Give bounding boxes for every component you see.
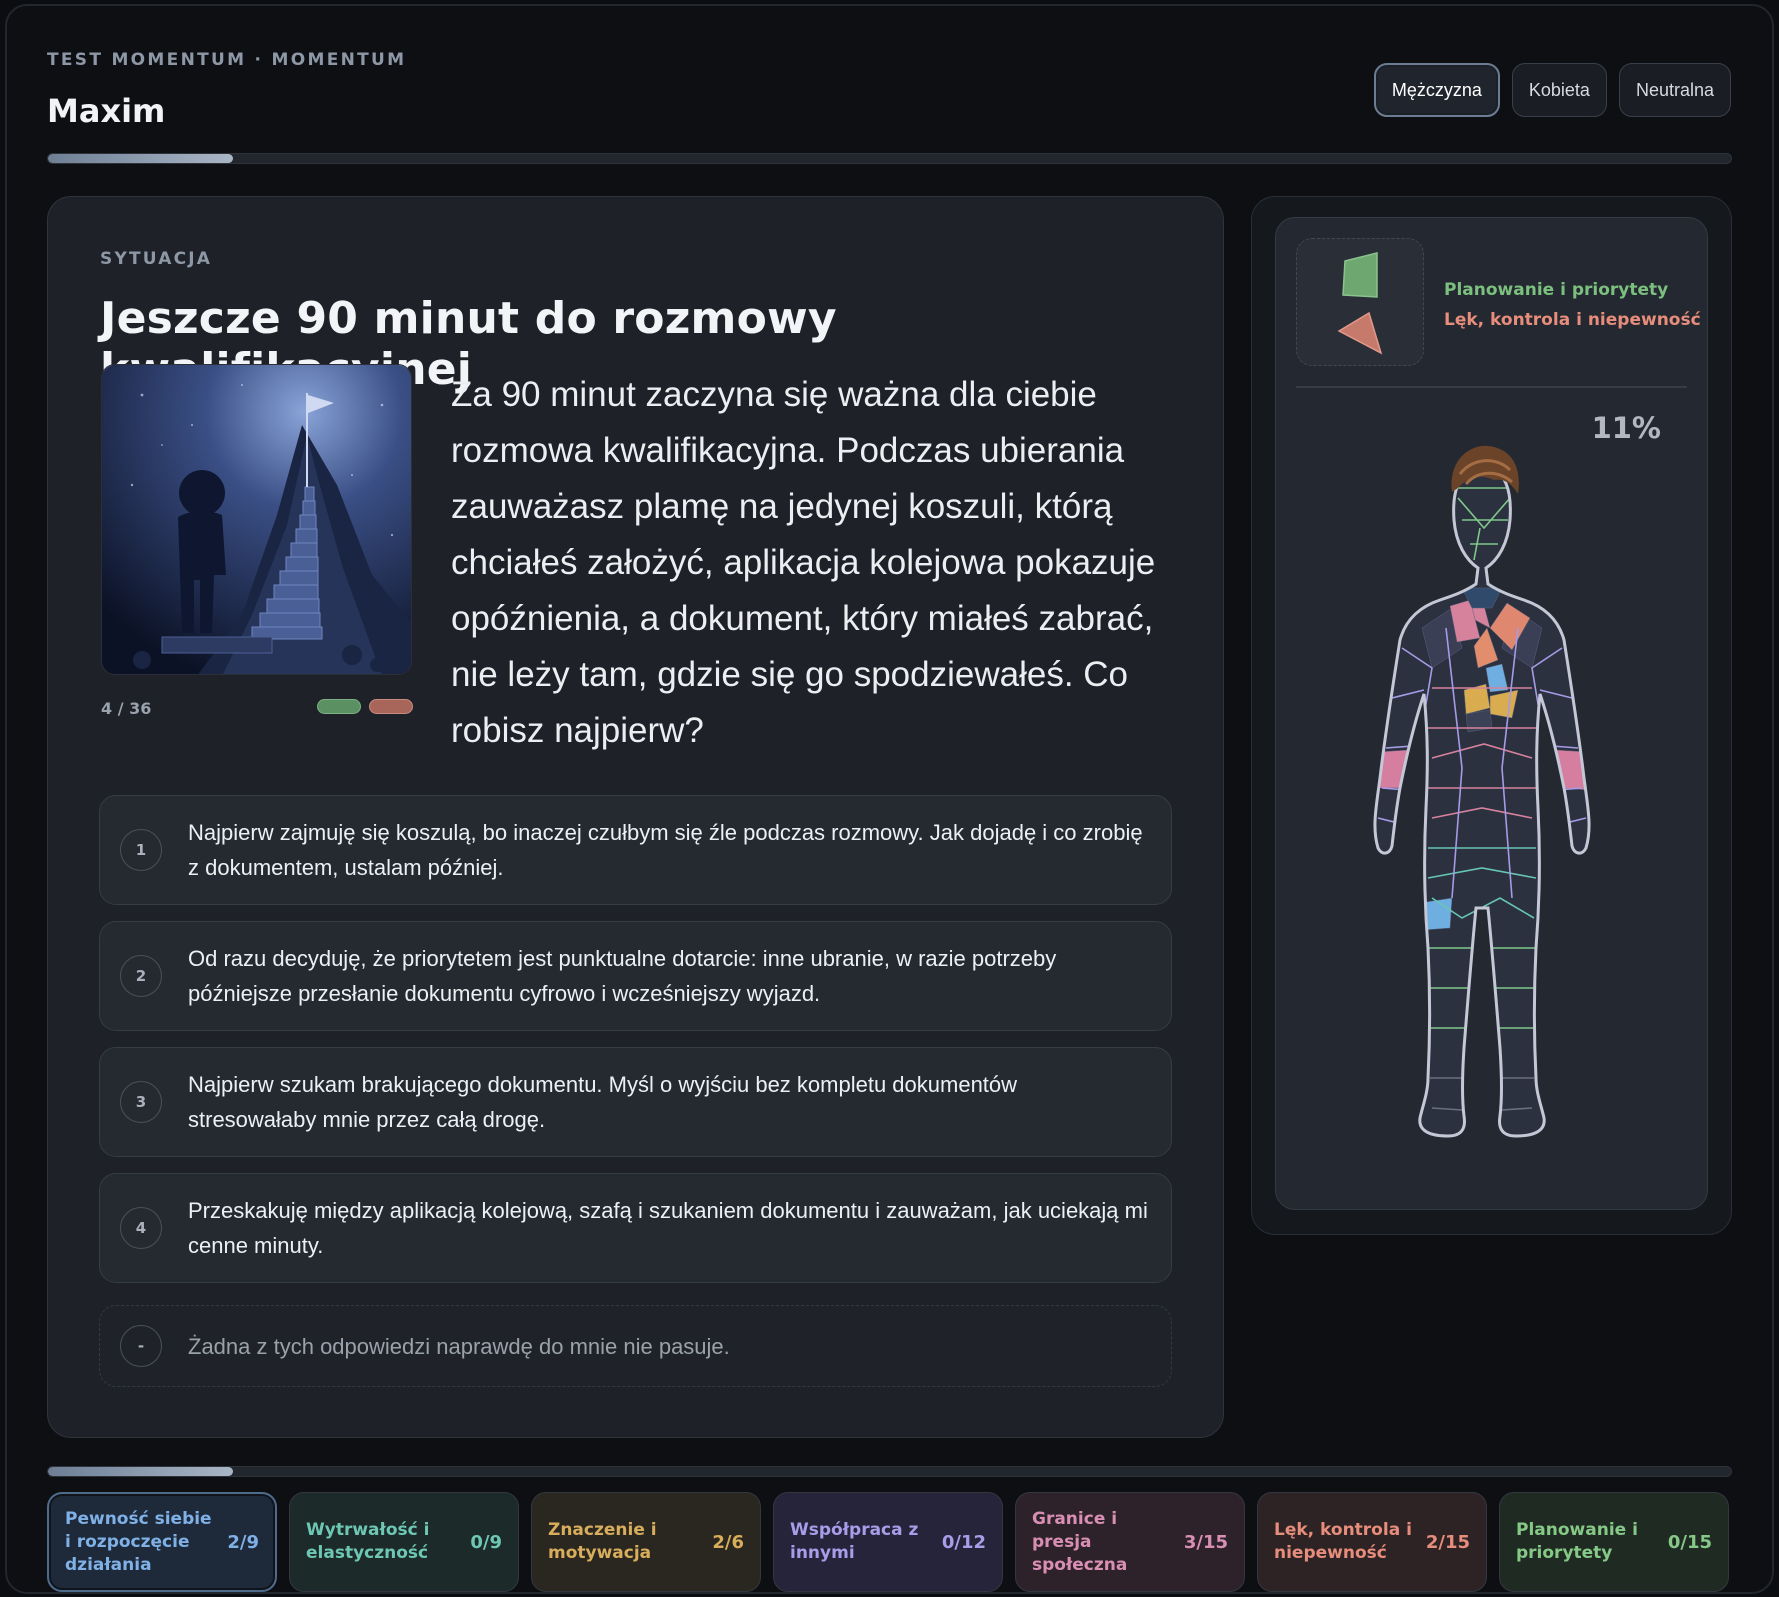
answer-text: Żadna z tych odpowiedzi naprawdę do mnie… bbox=[188, 1333, 730, 1359]
answer-number: 1 bbox=[120, 829, 162, 871]
category-tab-planning[interactable]: Planowanie i priorytety 0/15 bbox=[1499, 1492, 1729, 1592]
answer-text: Najpierw szukam brakującego dokumentu. M… bbox=[188, 1072, 1018, 1132]
category-score: 0/12 bbox=[941, 1531, 986, 1553]
category-pill-planning bbox=[317, 699, 361, 714]
category-label: Lęk, kontrola i niepewność bbox=[1274, 1520, 1412, 1563]
legend-label-planning: Planowanie i priorytety bbox=[1444, 280, 1669, 300]
answer-number: - bbox=[120, 1325, 162, 1367]
category-tab-persistence[interactable]: Wytrwałość i elastyczność 0/9 bbox=[289, 1492, 519, 1592]
question-text: Za 90 minut zaczyna się ważna dla ciebie… bbox=[451, 375, 1156, 750]
legend-label-anxiety: Lęk, kontrola i niepewność bbox=[1444, 310, 1701, 330]
panel-divider bbox=[1296, 386, 1687, 388]
answer-number: 3 bbox=[120, 1081, 162, 1123]
bottom-progress-fill bbox=[48, 1467, 234, 1476]
situation-illustration bbox=[101, 364, 412, 675]
gender-button-male[interactable]: Mężczyzna bbox=[1373, 63, 1500, 117]
gender-button-neutral[interactable]: Neutralna bbox=[1618, 63, 1731, 117]
question-counter: 4 / 36 bbox=[101, 699, 152, 718]
answer-number: 4 bbox=[120, 1207, 162, 1249]
category-score: 0/9 bbox=[470, 1531, 502, 1553]
category-label: Pewność siebie i rozpoczęcie działania bbox=[65, 1508, 212, 1575]
gender-selector: Mężczyzna Kobieta Neutralna bbox=[1373, 63, 1731, 117]
category-tabs: Pewność siebie i rozpoczęcie działania 2… bbox=[47, 1492, 1729, 1592]
category-label: Planowanie i priorytety bbox=[1516, 1520, 1638, 1563]
progress-panel-inner: Planowanie i priorytety Lęk, kontrola i … bbox=[1275, 217, 1708, 1210]
situation-card: SYTUACJA Jeszcze 90 minut do rozmowy kwa… bbox=[47, 196, 1224, 1438]
category-tab-boundaries[interactable]: Granice i presja społeczna 3/15 bbox=[1015, 1492, 1245, 1592]
category-label: Znaczenie i motywacja bbox=[548, 1520, 657, 1563]
answer-option-none[interactable]: - Żadna z tych odpowiedzi naprawdę do mn… bbox=[99, 1305, 1172, 1387]
top-progress-bar bbox=[47, 153, 1732, 164]
category-label: Współpraca z innymi bbox=[790, 1520, 919, 1563]
test-kicker: TEST MOMENTUM · MOMENTUM bbox=[47, 50, 407, 70]
situation-kicker: SYTUACJA bbox=[100, 249, 213, 269]
category-score: 2/6 bbox=[712, 1531, 744, 1553]
legend-shape-anxiety bbox=[1337, 311, 1383, 355]
top-progress-fill bbox=[48, 154, 234, 163]
category-score: 2/15 bbox=[1425, 1531, 1470, 1553]
category-label: Granice i presja społeczna bbox=[1032, 1508, 1128, 1575]
answer-option-3[interactable]: 3 Najpierw szukam brakującego dokumentu.… bbox=[99, 1047, 1172, 1157]
progress-panel: Planowanie i priorytety Lęk, kontrola i … bbox=[1251, 196, 1732, 1235]
category-label: Wytrwałość i elastyczność bbox=[306, 1520, 430, 1563]
answer-number: 2 bbox=[120, 955, 162, 997]
answer-text: Od razu decyduję, że priorytetem jest pu… bbox=[188, 946, 1057, 1006]
category-tab-cooperation[interactable]: Współpraca z innymi 0/12 bbox=[773, 1492, 1003, 1592]
answer-text: Najpierw zajmuję się koszulą, bo inaczej… bbox=[188, 820, 1143, 880]
answer-option-1[interactable]: 1 Najpierw zajmuję się koszulą, bo inacz… bbox=[99, 795, 1172, 905]
category-tab-confidence[interactable]: Pewność siebie i rozpoczęcie działania 2… bbox=[47, 1492, 277, 1592]
category-tab-anxiety[interactable]: Lęk, kontrola i niepewność 2/15 bbox=[1257, 1492, 1487, 1592]
answer-text: Przeskakuję między aplikacją kolejową, s… bbox=[188, 1198, 1148, 1258]
gender-button-female[interactable]: Kobieta bbox=[1511, 63, 1607, 117]
legend-shapes bbox=[1296, 238, 1424, 366]
category-score: 3/15 bbox=[1183, 1531, 1228, 1553]
body-mosaic-figure bbox=[1373, 445, 1591, 1138]
category-score: 0/15 bbox=[1667, 1531, 1712, 1553]
answer-option-4[interactable]: 4 Przeskakuję między aplikacją kolejową,… bbox=[99, 1173, 1172, 1283]
bottom-progress-bar bbox=[47, 1466, 1732, 1477]
answer-option-2[interactable]: 2 Od razu decyduję, że priorytetem jest … bbox=[99, 921, 1172, 1031]
user-name: Maxim bbox=[47, 92, 166, 130]
category-pill-anxiety bbox=[369, 699, 413, 714]
category-score: 2/9 bbox=[227, 1531, 259, 1553]
legend-shape-planning bbox=[1342, 252, 1378, 298]
category-tab-meaning[interactable]: Znaczenie i motywacja 2/6 bbox=[531, 1492, 761, 1592]
